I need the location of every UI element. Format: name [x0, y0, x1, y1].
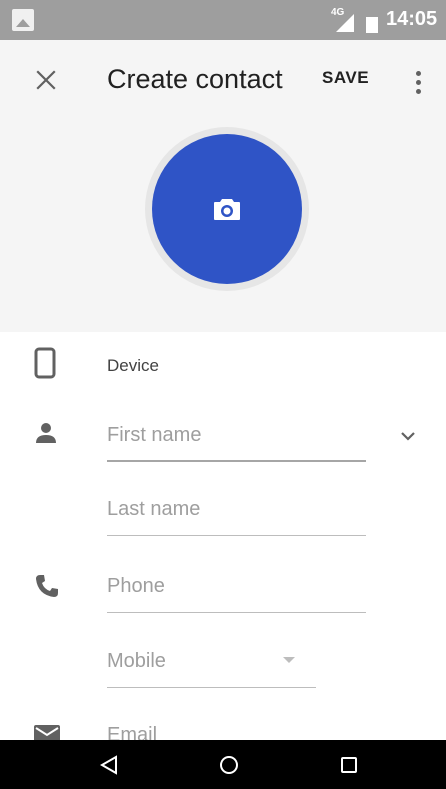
more-vert-icon[interactable] [408, 64, 428, 100]
status-bar: 4G 14:05 [0, 0, 446, 40]
recents-icon [341, 757, 357, 773]
home-button[interactable] [216, 752, 242, 778]
chevron-down-icon[interactable] [399, 429, 417, 443]
close-button[interactable] [28, 62, 64, 98]
last-name-field[interactable]: Last name [107, 498, 366, 536]
phone-icon [36, 575, 58, 597]
last-name-placeholder: Last name [107, 498, 201, 520]
first-name-placeholder: First name [107, 424, 202, 446]
contact-header: Create contact SAVE [0, 40, 446, 332]
close-icon [36, 70, 56, 90]
battery-icon [366, 17, 378, 33]
page-title: Create contact [107, 64, 283, 94]
first-name-field[interactable]: First name [107, 424, 366, 462]
camera-icon [214, 199, 240, 220]
gallery-icon [12, 9, 34, 31]
phone-type-select[interactable]: Mobile [107, 650, 316, 688]
back-icon [99, 755, 117, 775]
phone-field[interactable]: Phone [107, 575, 366, 613]
status-time: 14:05 [386, 8, 438, 30]
phone-device-icon [34, 347, 56, 379]
home-icon [220, 756, 238, 774]
save-button[interactable]: SAVE [322, 68, 369, 88]
back-button[interactable] [96, 752, 122, 778]
navigation-bar [0, 740, 446, 789]
dropdown-arrow-icon [283, 657, 295, 663]
phone-placeholder: Phone [107, 575, 165, 597]
signal-icon [336, 14, 354, 32]
recents-button[interactable] [336, 752, 362, 778]
account-label[interactable]: Device [107, 356, 159, 376]
add-photo-button[interactable] [152, 134, 302, 284]
person-icon [36, 423, 56, 443]
